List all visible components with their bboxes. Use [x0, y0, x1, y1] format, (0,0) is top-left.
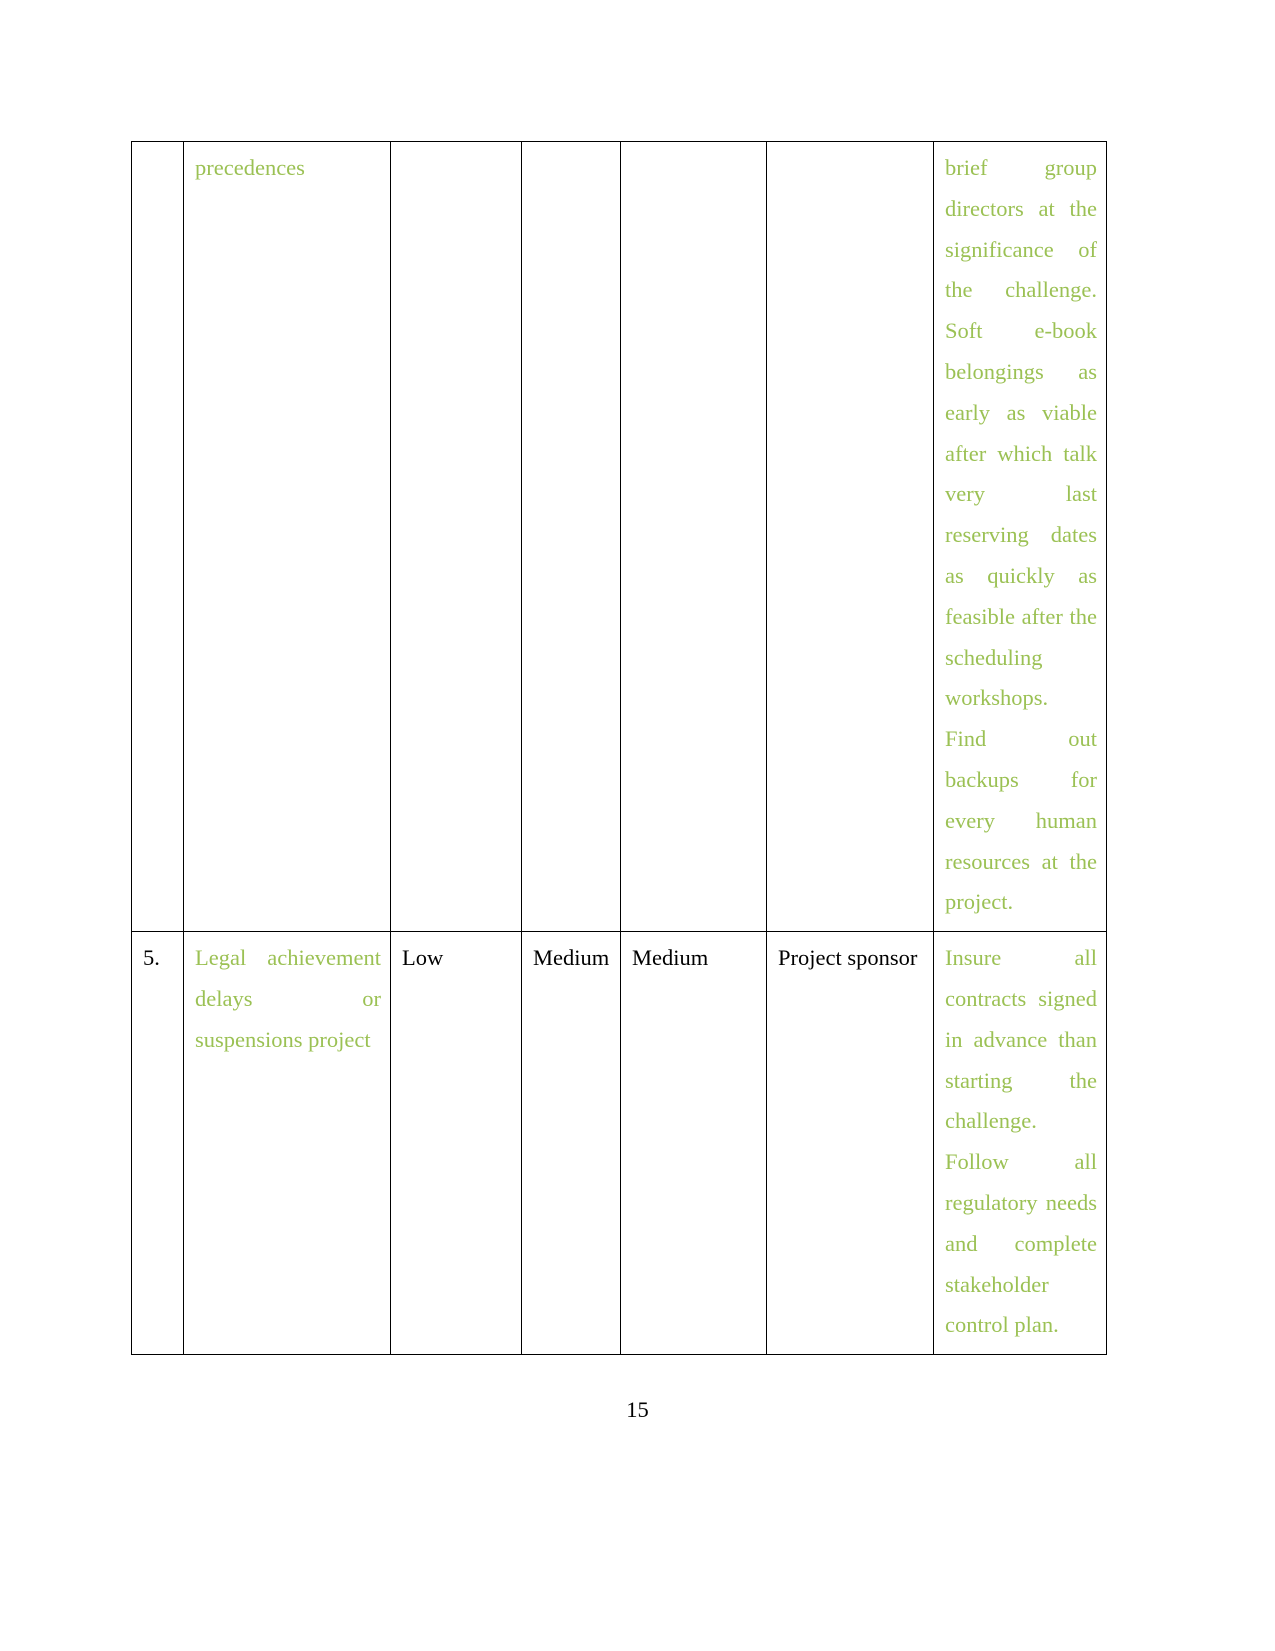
cell-risk-description: Legal achievement delays or suspensions … — [183, 931, 391, 1356]
page-number: 15 — [626, 1397, 649, 1422]
cell-mitigation: Insure all contracts signed in advance t… — [933, 931, 1107, 1356]
document-page: precedences brief group directors at the… — [0, 0, 1275, 1651]
cell-severity: Medium — [620, 931, 767, 1356]
cell-mitigation: brief group directors at the significanc… — [933, 140, 1107, 933]
cell-severity — [620, 140, 767, 933]
table-row: 5. Legal achievement delays or suspensio… — [131, 931, 1107, 1356]
cell-impact — [521, 140, 621, 933]
cell-owner: Project sponsor — [766, 931, 934, 1356]
mitigation-paragraph: Find out backups for every human resourc… — [945, 726, 1097, 915]
cell-impact: Medium — [521, 931, 621, 1356]
cell-risk-description: precedences — [183, 140, 391, 933]
cell-probability — [390, 140, 522, 933]
table-row: precedences brief group directors at the… — [131, 140, 1107, 933]
mitigation-paragraph: brief group directors at the significanc… — [945, 155, 1097, 711]
mitigation-paragraph: Insure all contracts signed in advance t… — [945, 945, 1097, 1134]
cell-row-number — [131, 140, 184, 933]
mitigation-paragraph: Follow all regulatory needs and complete… — [945, 1149, 1097, 1338]
risk-register-table: precedences brief group directors at the… — [131, 140, 1107, 1356]
cell-owner — [766, 140, 934, 933]
cell-row-number: 5. — [131, 931, 184, 1356]
cell-probability: Low — [390, 931, 522, 1356]
